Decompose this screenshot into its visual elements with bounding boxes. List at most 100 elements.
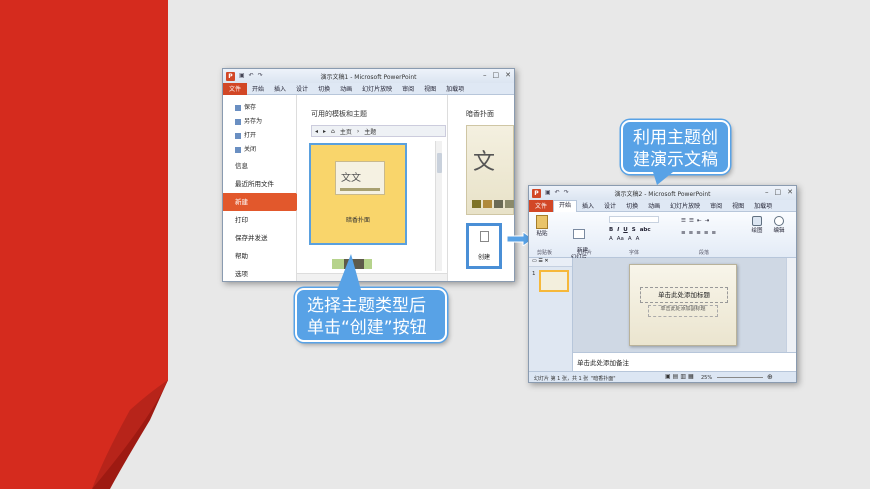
theme-thumbnail: 文文 [335,161,385,195]
backstage-item-3[interactable]: 打印 [223,211,296,229]
status-bar: 幻灯片 第 1 张，共 1 张 "暗香扑面" ▣▤▥▦ 25% ⊕ [529,371,796,382]
subtitle-placeholder[interactable]: 单击此处添加副标题 [648,305,718,317]
tab-4[interactable]: 切换 [621,201,643,210]
slide-editor: 单击此处添加标题 单击此处添加副标题 [573,258,786,352]
panel-title: 可用的模板和主题 [311,110,367,118]
zoom-plus-icon[interactable]: ⊕ [767,373,773,381]
ribbon-group-label: 幻灯片 [577,250,593,256]
ribbon-tabs: 文件 开始 插入 设计 切换 动画 幻灯片放映 审阅 视图 加载项 [223,82,514,95]
title-bar: P ▣ ↶ ↷ 演示文稿1 - Microsoft PowerPoint – □ ✕ [223,69,514,83]
title-placeholder[interactable]: 单击此处添加标题 [640,287,728,303]
backstage-item-small-3[interactable]: 关闭 [223,143,296,157]
backstage-item-4[interactable]: 保存并发送 [223,229,296,247]
backstage-item-1[interactable]: 最近所用文件 [223,175,296,193]
paragraph-group: ☰ ☰ ⇤ ⇥ ≡ ≡ ≡ ≡ ≡ [681,218,717,236]
tab-5[interactable]: 动画 [643,201,665,210]
ribbon-group-label: 剪贴板 [537,250,553,256]
menu-icon [235,132,241,139]
font-group: B I U Sabc A Aa A A [609,216,679,246]
bold-button[interactable]: B [609,227,613,233]
ribbon-group-labels: 剪贴板 幻灯片 字体 段落 [529,249,796,256]
notes-placeholder: 单击此处添加备注 [577,359,629,367]
tab-5[interactable]: 动画 [335,84,357,93]
drawing-button[interactable]: 绘图 [749,216,765,234]
minimize-icon[interactable]: – [765,188,769,196]
shapes-icon [752,216,762,226]
window-title: 演示文稿1 - Microsoft PowerPoint [320,73,417,81]
breadcrumb-home[interactable]: 主页 [340,127,352,136]
notes-pane[interactable]: 单击此处添加备注 [573,352,796,371]
tab-9[interactable]: 加载项 [441,84,469,93]
backstage-item-2[interactable]: 新建 [223,193,304,211]
back-arrow-icon[interactable]: ◂ [315,128,318,135]
tab-3[interactable]: 设计 [291,84,313,93]
backstage-item-0[interactable]: 信息 [223,157,296,175]
tab-2[interactable]: 插入 [269,84,291,93]
view-buttons[interactable]: ▣▤▥▦ [665,373,696,380]
selected-theme-tile[interactable]: 文文 暗香扑面 [309,143,407,245]
preview-thumbnail: 文 [466,125,514,215]
tab-6[interactable]: 幻灯片放映 [357,84,397,93]
zoom-level: 25% [701,375,713,381]
slide-canvas[interactable]: 单击此处添加标题 单击此处添加副标题 [629,264,737,346]
menu-icon [235,104,241,111]
backstage-item-small-1[interactable]: 另存为 [223,115,296,129]
theme-thumb-text: 文文 [341,173,361,184]
breadcrumb: ◂ ▸ ⌂ 主页 › 主题 [311,125,446,137]
tab-0[interactable]: 文件 [529,199,554,212]
maximize-icon[interactable]: □ [775,188,782,196]
slide-number: 1 [532,271,536,277]
close-icon[interactable]: ✕ [505,71,511,79]
backstage-item-small-0[interactable]: 保存 [223,101,296,115]
tab-4[interactable]: 切换 [313,84,335,93]
home-icon[interactable]: ⌂ [331,128,335,135]
tab-7[interactable]: 审阅 [397,84,419,93]
close-icon[interactable]: ✕ [787,188,793,196]
scrollbar[interactable] [435,141,442,271]
tab-7[interactable]: 审阅 [705,201,727,210]
tab-9[interactable]: 加载项 [749,201,777,210]
callout-right-text: 利用主题创建演示文稿 [633,128,718,170]
forward-arrow-icon[interactable]: ▸ [323,128,326,135]
tab-8[interactable]: 视图 [419,84,441,93]
document-icon [480,231,489,242]
slides-panel: ▭ ☰ ✕ 1 [529,258,573,371]
ribbon-group-label: 字体 [629,250,640,256]
create-button[interactable]: 创建 [466,223,502,269]
editing-label: 编辑 [773,228,785,234]
minimize-icon[interactable]: – [483,71,487,79]
status-slide-count: 幻灯片 第 1 张，共 1 张 [534,376,589,382]
new-slide-icon [573,229,585,239]
zoom-slider[interactable] [717,377,763,378]
tab-6[interactable]: 幻灯片放映 [665,201,705,210]
underline-button[interactable]: U [623,227,627,233]
menu-icon [235,146,241,153]
theme-label: 暗香扑面 [345,217,370,224]
tab-0[interactable]: 文件 [223,82,248,95]
paste-button[interactable]: 粘贴 [533,215,551,237]
preview-pane: 暗香扑面 文 创建 [447,95,514,281]
tab-2[interactable]: 插入 [577,201,599,210]
callout-left-text: 选择主题类型后单击“创建”按钮 [307,296,427,338]
italic-button[interactable]: I [617,227,619,233]
tab-3[interactable]: 设计 [599,201,621,210]
tab-8[interactable]: 视图 [727,201,749,210]
breadcrumb-current[interactable]: 主题 [364,127,376,136]
tab-1[interactable]: 开始 [247,84,269,93]
window-title: 演示文稿2 - Microsoft PowerPoint [614,190,711,198]
backstage-item-6[interactable]: 选项 [223,265,296,281]
vertical-scrollbar[interactable] [786,258,796,352]
strike-button[interactable]: S [632,227,636,233]
hscrollbar[interactable] [297,273,447,281]
backstage-item-5[interactable]: 帮助 [223,247,296,265]
powerpoint-window-new: P ▣ ↶ ↷ 演示文稿1 - Microsoft PowerPoint – □ ✕… [222,68,515,282]
maximize-icon[interactable]: □ [493,71,500,79]
preview-title: 暗香扑面 [466,110,494,118]
backstage-item-small-2[interactable]: 打开 [223,129,296,143]
preview-glyph: 文 [473,150,496,175]
slide-thumbnail[interactable] [539,270,569,292]
backstage-menu: 保存 另存为 打开 关闭 信息 最近所用文件 新建 打印 保存并发送 帮助 选项 [223,95,304,281]
create-label: 创建 [477,254,490,261]
editing-button[interactable]: 编辑 [770,216,788,234]
tab-1[interactable]: 开始 [553,199,578,212]
